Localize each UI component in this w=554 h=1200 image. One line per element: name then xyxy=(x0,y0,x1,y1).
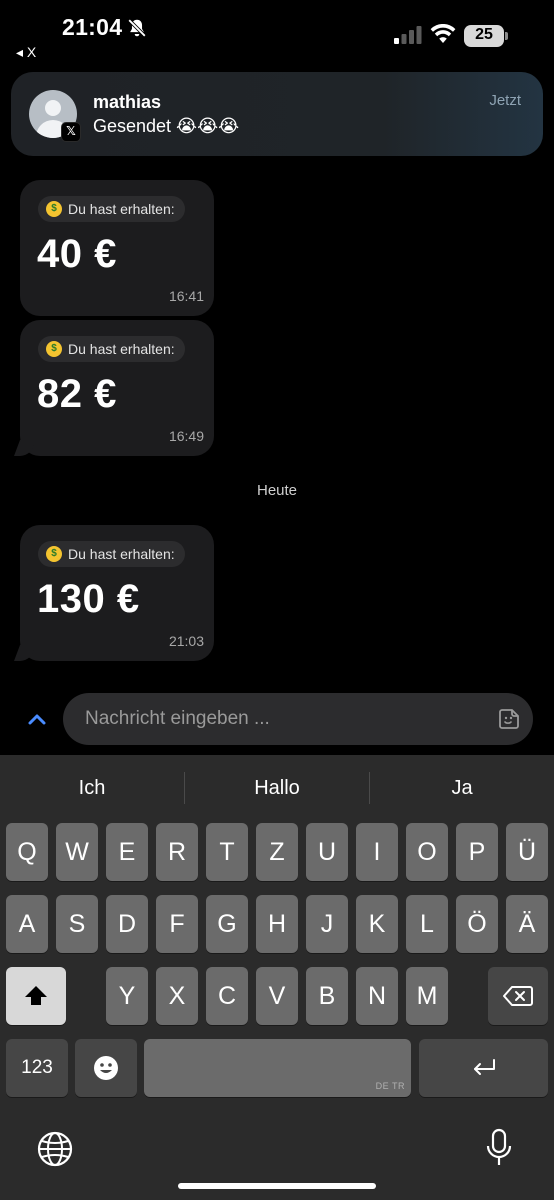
money-face-icon xyxy=(46,201,62,217)
emoji-key[interactable] xyxy=(75,1039,137,1097)
message-bubble[interactable]: Du hast erhalten: 130 € 21:03 xyxy=(20,525,214,661)
key-c[interactable]: C xyxy=(206,967,248,1025)
key-m[interactable]: M xyxy=(406,967,448,1025)
key-e[interactable]: E xyxy=(106,823,148,881)
backspace-icon xyxy=(503,986,533,1006)
notification-sender: mathias xyxy=(93,92,162,112)
suggestion-2[interactable]: Hallo xyxy=(185,755,369,821)
space-key[interactable]: DE TR xyxy=(144,1039,411,1097)
amount: 40 € xyxy=(37,232,117,276)
key-v[interactable]: V xyxy=(256,967,298,1025)
back-to-app-link[interactable]: ◂ X xyxy=(16,44,36,61)
key-ae[interactable]: Ä xyxy=(506,895,548,953)
received-pill: Du hast erhalten: xyxy=(38,336,185,362)
numbers-key[interactable]: 123 xyxy=(6,1039,68,1097)
status-time: 21:04 xyxy=(62,14,123,40)
key-r[interactable]: R xyxy=(156,823,198,881)
shift-key[interactable] xyxy=(6,967,66,1025)
message-input[interactable] xyxy=(85,693,465,745)
amount: 82 € xyxy=(37,372,117,416)
key-z[interactable]: Z xyxy=(256,823,298,881)
return-icon xyxy=(473,1059,495,1075)
notification-banner[interactable]: 𝕏 mathias Gesendet 😭😭😭 Jetzt xyxy=(11,72,543,156)
message-bubble[interactable]: Du hast erhalten: 40 € 16:41 xyxy=(20,180,214,316)
key-n[interactable]: N xyxy=(356,967,398,1025)
amount: 130 € xyxy=(37,577,140,621)
received-label: Du hast erhalten: xyxy=(68,201,175,217)
sticker-icon[interactable] xyxy=(497,707,521,731)
key-y[interactable]: Y xyxy=(106,967,148,1025)
message-composer[interactable] xyxy=(63,693,533,745)
key-s[interactable]: S xyxy=(56,895,98,953)
key-o[interactable]: O xyxy=(406,823,448,881)
suggestion-1[interactable]: Ich xyxy=(0,755,184,821)
backspace-key[interactable] xyxy=(488,967,548,1025)
key-h[interactable]: H xyxy=(256,895,298,953)
key-x[interactable]: X xyxy=(156,967,198,1025)
date-divider: Heute xyxy=(256,482,298,499)
key-f[interactable]: F xyxy=(156,895,198,953)
key-w[interactable]: W xyxy=(56,823,98,881)
battery-indicator: 25 xyxy=(464,25,508,47)
message-bubble[interactable]: Du hast erhalten: 82 € 16:49 xyxy=(20,320,214,456)
x-app-icon: 𝕏 xyxy=(61,122,81,142)
bell-muted-icon xyxy=(127,18,147,38)
received-label: Du hast erhalten: xyxy=(68,546,175,562)
wifi-icon xyxy=(430,24,456,43)
received-label: Du hast erhalten: xyxy=(68,341,175,357)
notification-time: Jetzt xyxy=(489,92,521,109)
key-oe[interactable]: Ö xyxy=(456,895,498,953)
message-time: 16:41 xyxy=(168,288,204,304)
shift-arrow-icon xyxy=(25,986,47,1005)
emoji-face-icon xyxy=(94,1056,118,1080)
home-indicator[interactable] xyxy=(178,1183,376,1189)
received-pill: Du hast erhalten: xyxy=(38,541,185,567)
key-q[interactable]: Q xyxy=(6,823,48,881)
money-face-icon xyxy=(46,341,62,357)
key-t[interactable]: T xyxy=(206,823,248,881)
key-a[interactable]: A xyxy=(6,895,48,953)
key-u[interactable]: U xyxy=(306,823,348,881)
chevron-up-icon[interactable] xyxy=(24,706,50,732)
received-pill: Du hast erhalten: xyxy=(38,196,185,222)
notification-message: Gesendet 😭😭😭 xyxy=(93,116,240,136)
microphone-icon[interactable] xyxy=(486,1128,512,1168)
suggestion-3[interactable]: Ja xyxy=(370,755,554,821)
keyboard: Ich Hallo Ja Q W E R T Z U I O P Ü A S D… xyxy=(0,755,554,1200)
key-i[interactable]: I xyxy=(356,823,398,881)
key-b[interactable]: B xyxy=(306,967,348,1025)
return-key[interactable] xyxy=(419,1039,548,1097)
message-time: 16:49 xyxy=(168,428,204,444)
key-g[interactable]: G xyxy=(206,895,248,953)
globe-icon[interactable] xyxy=(36,1130,74,1168)
keyboard-language-label: DE TR xyxy=(375,1081,405,1091)
key-p[interactable]: P xyxy=(456,823,498,881)
money-face-icon xyxy=(46,546,62,562)
key-k[interactable]: K xyxy=(356,895,398,953)
key-l[interactable]: L xyxy=(406,895,448,953)
battery-level: 25 xyxy=(475,26,493,43)
key-d[interactable]: D xyxy=(106,895,148,953)
key-ue[interactable]: Ü xyxy=(506,823,548,881)
message-time: 21:03 xyxy=(168,633,204,649)
cellular-signal-icon xyxy=(394,26,422,44)
status-bar: 21:04 ◂ X 25 xyxy=(0,0,554,70)
key-j[interactable]: J xyxy=(306,895,348,953)
